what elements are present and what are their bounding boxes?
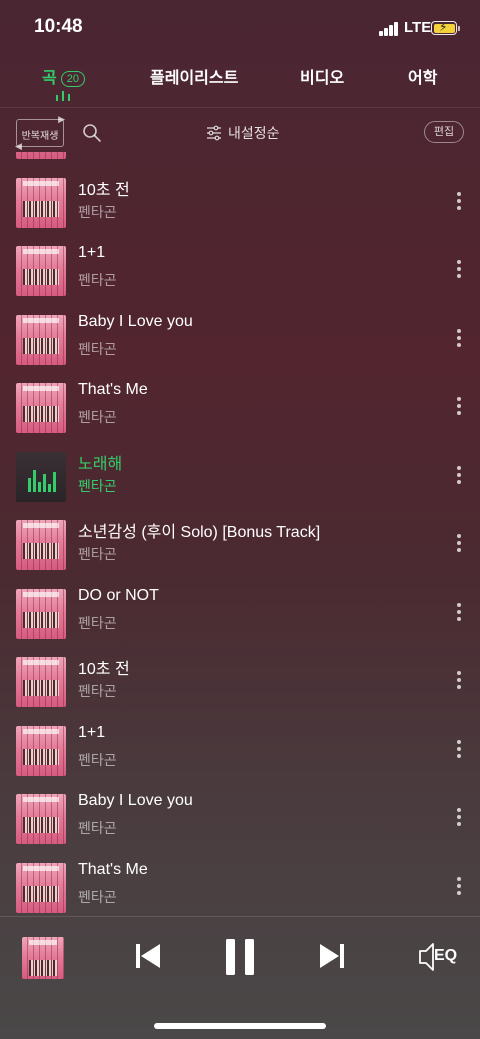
album-art <box>16 588 66 639</box>
song-row[interactable]: That's Me 펜타곤 <box>0 855 480 917</box>
more-options-icon[interactable] <box>454 534 464 554</box>
more-options-icon[interactable] <box>454 739 464 760</box>
song-artist: 펜타곤 <box>78 152 117 153</box>
song-title: 노래해 <box>78 455 123 473</box>
song-row[interactable]: 1+1 펜타곤 <box>0 718 480 787</box>
song-row[interactable]: DO or NOT 펜타곤 <box>0 581 480 650</box>
song-title: Baby I Love you <box>78 792 193 809</box>
song-title: That's Me <box>78 381 148 398</box>
song-title: 1+1 <box>78 723 106 741</box>
album-art <box>16 657 66 707</box>
album-art <box>16 520 66 570</box>
song-row[interactable]: 10초 전펜타곤 <box>0 649 480 718</box>
battery-charging-icon: ⚡ <box>431 20 457 35</box>
song-artist: 펜타곤 <box>78 273 117 289</box>
song-row[interactable]: 소년감성 (후이 Solo) [Bonus Track] 펜타곤 <box>0 512 480 581</box>
search-icon[interactable] <box>82 123 102 143</box>
song-artist: 펜타곤 <box>78 547 117 563</box>
battery-tip <box>458 26 460 31</box>
more-options-icon[interactable] <box>454 602 464 623</box>
song-row[interactable]: That's Me 펜타곤 <box>0 375 480 444</box>
signal-icon <box>379 22 401 36</box>
song-artist: 펜타곤 <box>78 204 117 221</box>
song-row[interactable]: Baby I Love you 펜타곤 <box>0 786 480 855</box>
more-options-icon[interactable] <box>454 191 464 212</box>
network-type: LTE <box>404 19 432 36</box>
player-album-art[interactable] <box>22 937 64 979</box>
album-art <box>16 725 66 776</box>
song-title: Baby I Love you <box>78 312 193 330</box>
album-art <box>16 862 66 913</box>
album-art <box>16 314 66 365</box>
list-toolbar: ▶ 반복재생 ◀ 내설정순 편집 <box>0 115 480 152</box>
repeat-label: 반복재생 <box>21 131 59 142</box>
song-artist: 펜타곤 <box>78 341 117 358</box>
song-title: 소년감성 (후이 Solo) [Bonus Track] <box>78 524 321 541</box>
song-row[interactable]: Baby I Love you 펜타곤 <box>0 307 480 376</box>
mini-player: EQ <box>0 917 480 1039</box>
sort-order-button[interactable]: 내설정순 <box>228 123 280 143</box>
song-artist: 펜타곤 <box>78 684 117 700</box>
status-time: 10:48 <box>34 16 83 37</box>
song-artist: 펜타곤 <box>78 615 117 632</box>
more-options-icon[interactable] <box>454 465 464 486</box>
song-row[interactable]: 펜타곤 <box>0 152 480 170</box>
album-art <box>16 152 66 159</box>
home-indicator[interactable] <box>154 1023 326 1029</box>
tab-videos[interactable]: 비디오 <box>300 64 344 88</box>
song-title: That's Me <box>78 860 148 878</box>
tab-songs[interactable]: 곡 20 <box>42 64 85 88</box>
song-artist: 펜타곤 <box>78 752 117 769</box>
album-art <box>16 383 66 433</box>
song-row[interactable]: 10초 전펜타곤 <box>0 170 480 239</box>
sort-settings-icon[interactable] <box>206 125 222 141</box>
song-row[interactable]: 노래해펜타곤 <box>0 444 480 513</box>
repeat-arrow-back-icon: ◀ <box>15 142 22 152</box>
tab-language[interactable]: 어학 <box>408 64 437 88</box>
song-artist: 펜타곤 <box>78 478 117 495</box>
tab-songs-count: 20 <box>60 70 85 87</box>
album-art <box>16 177 66 228</box>
library-tabs: 곡 20 플레이리스트 비디오 어학 <box>0 60 480 108</box>
tab-songs-label: 곡 <box>42 70 57 87</box>
album-art <box>16 246 66 296</box>
repeat-button[interactable]: ▶ 반복재생 ◀ <box>15 115 65 152</box>
song-list[interactable]: 펜타곤10초 전펜타곤1+1펜타곤Baby I Love you펜타곤That'… <box>0 152 480 916</box>
tab-playlists[interactable]: 플레이리스트 <box>150 64 238 88</box>
song-title: 1+1 <box>78 244 106 261</box>
song-title: 10초 전 <box>78 181 130 199</box>
more-options-icon[interactable] <box>454 808 464 828</box>
next-icon[interactable] <box>318 941 346 971</box>
repeat-arrow-icon: ▶ <box>58 115 65 125</box>
song-title: 10초 전 <box>78 661 130 678</box>
more-options-icon[interactable] <box>454 397 464 417</box>
pause-icon[interactable] <box>224 937 256 977</box>
more-options-icon[interactable] <box>454 260 464 280</box>
now-playing-eq-icon <box>56 91 72 101</box>
song-row[interactable]: 1+1 펜타곤 <box>0 238 480 307</box>
tabs-divider <box>0 107 480 108</box>
more-options-icon[interactable] <box>454 876 464 897</box>
song-artist: 펜타곤 <box>78 410 117 426</box>
edit-button[interactable]: 편집 <box>424 121 464 143</box>
more-options-icon[interactable] <box>454 671 464 691</box>
now-playing-album-art <box>16 451 66 502</box>
song-artist: 펜타곤 <box>78 889 117 906</box>
playing-indicator-icon <box>28 466 56 492</box>
song-artist: 펜타곤 <box>78 821 117 837</box>
status-bar: 10:48 LTE ⚡ <box>0 0 480 56</box>
album-art <box>16 794 66 844</box>
equalizer-label: EQ <box>434 947 458 964</box>
more-options-icon[interactable] <box>454 328 464 349</box>
previous-icon[interactable] <box>134 941 162 971</box>
song-title: DO or NOT <box>78 586 159 604</box>
